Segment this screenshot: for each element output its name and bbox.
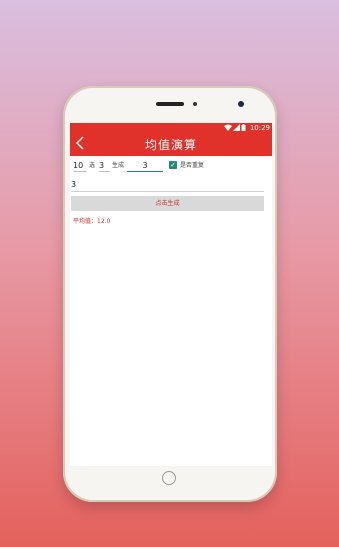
groups-input[interactable]: 3 (99, 160, 110, 172)
status-time: 10:29 (249, 124, 270, 132)
average-value-text: 平均值：12.0 (73, 218, 111, 225)
generate-button[interactable]: 点击生成 (71, 196, 264, 211)
app-bar: 均值演算 (70, 134, 272, 156)
range-input[interactable]: 3 (127, 160, 163, 172)
wifi-icon (224, 124, 232, 134)
status-bar: 10:29 (70, 123, 272, 134)
front-camera (238, 101, 244, 107)
count-input[interactable]: 10 (73, 160, 87, 172)
repeat-checkbox[interactable]: ✓ (169, 161, 177, 169)
proximity-sensor (193, 102, 197, 106)
status-icons (224, 124, 246, 134)
speaker-grille (156, 102, 184, 106)
signal-icon (233, 124, 240, 134)
app-screen: 10:29 均值演算 10 选 3 生成 3 ✓ 是否重复 3 点击生成 平均值… (70, 123, 272, 466)
home-button[interactable] (162, 471, 176, 485)
page-title: 均值演算 (144, 138, 197, 152)
repeat-checkbox-label: 是否重复 (180, 162, 205, 169)
count-label: 选 (89, 162, 96, 169)
battery-icon (241, 124, 246, 134)
result-field[interactable]: 3 (71, 179, 264, 192)
generate-label: 生成 (112, 162, 125, 169)
